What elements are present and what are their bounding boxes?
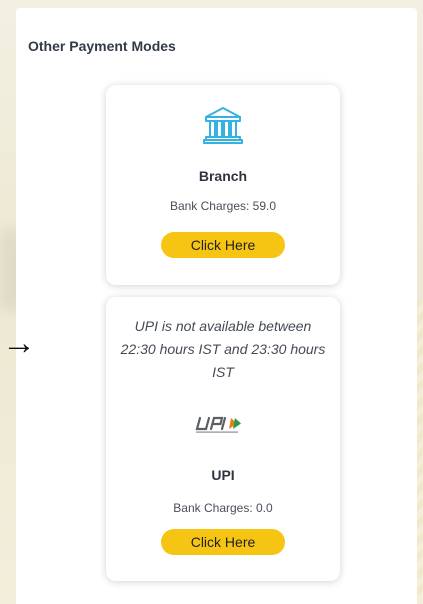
arrow-annotation: → (2, 324, 36, 362)
upi-bank-charges: Bank Charges: 0.0 (173, 501, 273, 515)
upi-title: UPI (211, 467, 235, 483)
branch-title: Branch (198, 168, 248, 184)
upi-click-here-button[interactable]: Click Here (161, 529, 285, 555)
branch-payment-card: Branch Bank Charges: 59.0 Click Here (106, 85, 340, 285)
branch-bank-charges: Bank Charges: 59.0 (169, 199, 277, 213)
upi-availability-notice: UPI is not available between 22:30 hours… (120, 318, 326, 380)
upi-logo-icon (195, 416, 241, 433)
branch-click-here-button[interactable]: Click Here (161, 232, 285, 258)
bank-building-icon (203, 107, 243, 144)
upi-payment-card: UPI is not available between 22:30 hours… (106, 297, 340, 581)
section-title: Other Payment Modes (28, 38, 176, 54)
payment-modes-panel: Other Payment Modes Branch Bank Charges:… (16, 8, 417, 604)
